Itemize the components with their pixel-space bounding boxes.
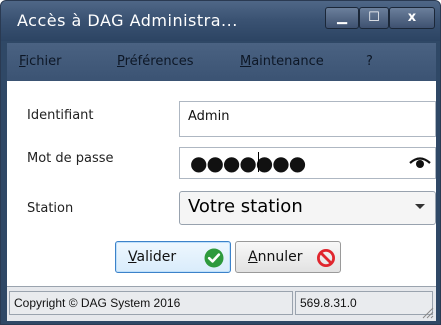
close-button[interactable]: x <box>389 7 435 29</box>
validate-button[interactable]: Valider <box>115 241 231 273</box>
menu-fichier[interactable]: Fichier <box>19 54 62 69</box>
status-bar: Copyright © DAG System 2016 569.8.31.0 <box>7 286 436 321</box>
station-value: Votre station <box>188 196 303 217</box>
title-bar[interactable]: Accès à DAG Administra... ▁ ☐ x <box>1 1 440 41</box>
login-window: Accès à DAG Administra... ▁ ☐ x Fichier … <box>0 0 441 325</box>
status-copyright-cell: Copyright © DAG System 2016 <box>9 291 293 315</box>
menu-bar: Fichier Préférences Maintenance ? <box>7 43 436 82</box>
station-select[interactable]: Votre station <box>179 191 436 225</box>
menu-help[interactable]: ? <box>366 54 373 69</box>
text-caret <box>258 152 259 172</box>
identifiant-label: Identifiant <box>27 108 94 123</box>
password-label: Mot de passe <box>27 151 114 166</box>
maximize-button[interactable]: ☐ <box>359 7 389 29</box>
chevron-down-icon <box>415 204 425 209</box>
window-title: Accès à DAG Administra... <box>17 11 238 30</box>
copyright-text: Copyright © DAG System 2016 <box>14 296 181 310</box>
menu-maintenance[interactable]: Maintenance <box>240 54 324 69</box>
station-label: Station <box>27 201 74 216</box>
identifiant-input[interactable]: Admin <box>179 101 436 137</box>
cancel-label: Annuler <box>248 249 303 265</box>
validate-label: Valider <box>128 249 177 265</box>
version-text: 569.8.31.0 <box>300 296 357 310</box>
cancel-button[interactable]: Annuler <box>235 241 341 273</box>
minimize-button[interactable]: ▁ <box>325 7 359 29</box>
password-input[interactable]: ●●●●●●● <box>179 147 436 179</box>
password-mask: ●●●●●●● <box>190 151 306 175</box>
resize-grip-icon[interactable] <box>420 305 434 319</box>
login-form: Identifiant Admin Mot de passe ●●●●●●● S… <box>7 81 436 286</box>
identifiant-value: Admin <box>188 109 230 124</box>
menu-preferences[interactable]: Préférences <box>117 54 193 69</box>
check-circle-icon <box>204 248 224 268</box>
no-entry-icon <box>317 249 335 267</box>
eye-icon[interactable] <box>409 154 431 170</box>
status-version-cell: 569.8.31.0 <box>295 291 433 315</box>
